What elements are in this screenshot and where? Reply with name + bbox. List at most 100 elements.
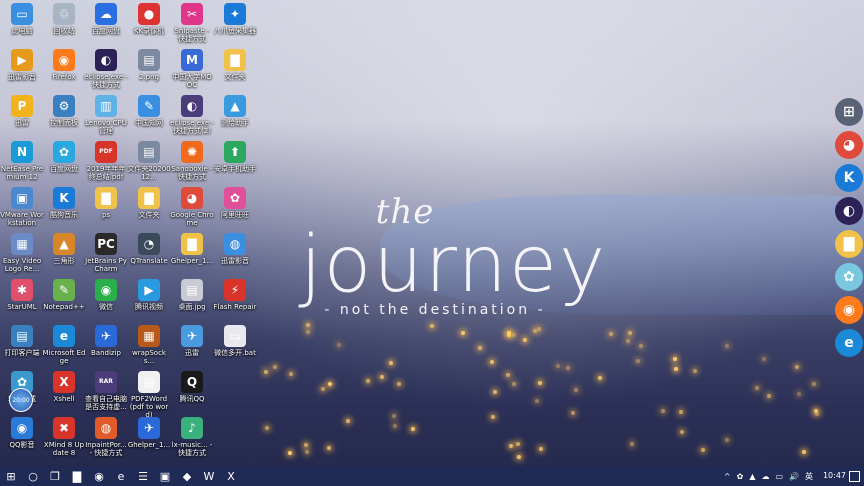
desktop-icon[interactable]: ⚡ Flash Repair <box>213 279 257 311</box>
desktop-icon[interactable]: ✖ XMind 8 Update 8 <box>42 417 86 457</box>
desktop-icon[interactable]: M 中国大学MOOC <box>170 49 214 89</box>
folder-icon[interactable]: ▇ <box>835 230 863 258</box>
desktop-icon[interactable]: ◐ eclipse.exe - 快捷方式(2) <box>170 95 214 135</box>
desktop-icon[interactable]: ▤ 文件夹2020012... <box>127 141 171 181</box>
desktop-icon[interactable]: K 酷狗音乐 <box>42 187 86 219</box>
desktop-icon[interactable]: ✿ 阿里旺旺 <box>213 187 257 219</box>
desktop-icon-image: ♲ <box>53 3 75 25</box>
city-light <box>492 389 497 394</box>
desktop-icon[interactable]: ▭ 此电脑 <box>0 3 44 35</box>
tray-icon[interactable]: ▭ <box>775 472 783 481</box>
city-light <box>507 332 512 337</box>
desktop-icon[interactable]: ☁ 百度网盘 <box>84 3 128 35</box>
taskbar-clock[interactable]: 10:47 <box>823 471 846 480</box>
desktop-icon[interactable]: ▇ ps <box>84 187 128 219</box>
tray-icon[interactable]: ^ <box>724 472 731 481</box>
windows-icon[interactable]: ⊞ <box>835 98 863 126</box>
city-light <box>304 449 309 454</box>
desktop-icon[interactable]: ▇ Ghelper_1... <box>170 233 214 265</box>
desktop-icon[interactable]: ♲ 回收站 <box>42 3 86 35</box>
task-view-icon[interactable]: ❐ <box>46 467 64 485</box>
desktop-icon[interactable]: ✎ 中国知网 <box>127 95 171 127</box>
kugou-icon[interactable]: K <box>835 164 863 192</box>
desktop-icon[interactable]: ⚙ 控制面板 <box>42 95 86 127</box>
city-light <box>506 372 511 377</box>
desktop-icon[interactable]: ▇ 文件夹 <box>127 187 171 219</box>
desktop-icon[interactable]: X Xshell <box>42 371 86 403</box>
desktop-icon[interactable]: P 迅雷 <box>0 95 44 127</box>
tray-icon[interactable]: 英 <box>805 471 813 482</box>
desktop-icon[interactable]: ▤ 2.png <box>127 49 171 81</box>
firefox-icon[interactable]: ◉ <box>90 467 108 485</box>
desktop-icon[interactable]: ✈ Ghelper_1... <box>127 417 171 449</box>
clock-widget[interactable]: 20:00 <box>9 388 33 412</box>
desktop-icon[interactable]: ▣ VMware Workstation <box>0 187 44 227</box>
city-light <box>566 366 571 371</box>
desktop-icon[interactable]: ▤ PDF2Word (pdf to word) <box>127 371 171 419</box>
desktop-icon[interactable]: ◉ Firefox <box>42 49 86 81</box>
desktop-icon[interactable]: ▲ 三角形 <box>42 233 86 265</box>
desktop-icon[interactable]: PC JetBrains PyCharm <box>84 233 128 273</box>
desktop-icon[interactable]: ▶ 迅雷影音 <box>0 49 44 81</box>
eclipse-icon[interactable]: ◐ <box>835 197 863 225</box>
tray-icon[interactable]: ✿ <box>737 472 744 481</box>
desktop-icon[interactable]: ◔ QTranslate <box>127 233 171 265</box>
desktop-icon[interactable]: ● KK录像机 <box>127 3 171 35</box>
desktop-icon[interactable]: N NetEase Premium 12 <box>0 141 44 181</box>
pycharm-icon[interactable]: ◆ <box>178 467 196 485</box>
desktop-icon[interactable]: ✂ Snipaste - 快捷方式 <box>170 3 214 43</box>
file-explorer-icon[interactable]: ▇ <box>68 467 86 485</box>
word-icon[interactable]: W <box>200 467 218 485</box>
settings-icon[interactable]: ☰ <box>134 467 152 485</box>
desktop-icon[interactable]: ✈ 迅雷 <box>170 325 214 357</box>
chat-icon[interactable]: ▣ <box>156 467 174 485</box>
start-icon[interactable]: ⊞ <box>2 467 20 485</box>
desktop-icon[interactable]: RAR 查看自己电脑是否支持虚... <box>84 371 128 411</box>
edge-icon[interactable]: e <box>112 467 130 485</box>
desktop-icon[interactable]: ✱ StarUML <box>0 279 44 311</box>
city-light <box>636 359 641 364</box>
desktop-icon-image: ✂ <box>181 3 203 25</box>
desktop-icon[interactable]: ▭ 微信多开.bat <box>213 325 257 357</box>
desktop-icon[interactable]: ✺ Sandboxie - 快捷方式 <box>170 141 214 181</box>
desktop-icon[interactable]: ▥ Lenovo CPU管理 <box>84 95 128 135</box>
notification-icon[interactable] <box>849 471 860 482</box>
desktop-icon[interactable]: ♪ lx-music... - 快捷方式 <box>170 417 214 457</box>
desktop-icon[interactable]: ◍ InpaintPor... - 快捷方式 <box>84 417 128 457</box>
desktop-icon[interactable]: ◕ Google Chrome <box>170 187 214 227</box>
tray-icon[interactable]: 🔊 <box>789 472 799 481</box>
city-light <box>490 415 495 420</box>
firefox-icon[interactable]: ◉ <box>835 296 863 324</box>
desktop-icon[interactable]: ▦ Easy Video Logo Re... <box>0 233 44 273</box>
desktop-icon[interactable]: ◍ 迅雷影音 <box>213 233 257 265</box>
desktop-icon[interactable]: Q 腾讯QQ <box>170 371 214 403</box>
desktop-icon[interactable]: ⬆ 安卓手机助手 <box>213 141 257 173</box>
desktop-icon[interactable]: ▲ 测绘助手 <box>213 95 257 127</box>
city-light <box>537 381 542 386</box>
pinwheel-icon[interactable]: ✿ <box>835 263 863 291</box>
desktop-icon[interactable]: ▤ 桌面.jpg <box>170 279 214 311</box>
desktop-icon-image: ✿ <box>224 187 246 209</box>
desktop-icon[interactable]: ▦ wrapSocks... <box>127 325 171 365</box>
desktop-icon[interactable]: ▶ 腾讯视频 <box>127 279 171 311</box>
desktop-icon[interactable]: ◉ QQ影音 <box>0 417 44 449</box>
desktop-icon[interactable]: ◐ eclipse.exe - 快捷方式 <box>84 49 128 89</box>
tray-icon[interactable]: ▲ <box>749 472 755 481</box>
desktop-icon[interactable]: ✎ Notepad++ <box>42 279 86 311</box>
desktop-icon[interactable]: e Microsoft Edge <box>42 325 86 365</box>
tray-icon[interactable]: ☁ <box>761 472 769 481</box>
chrome-icon[interactable]: ◕ <box>835 131 863 159</box>
desktop-icon-label: JetBrains PyCharm <box>85 257 127 273</box>
desktop-icon[interactable]: ✈ Bandizip <box>84 325 128 357</box>
edge-icon[interactable]: e <box>835 329 863 357</box>
desktop-icon[interactable]: ✦ 八爪鱼采集器 <box>213 3 257 35</box>
desktop-icon[interactable]: PDF 2019年年年终总结.pdf <box>84 141 128 181</box>
desktop-icon[interactable]: ✿ 百度网盘 <box>42 141 86 173</box>
desktop-icon-label: 腾讯视频 <box>135 303 163 311</box>
desktop-icon[interactable]: ▤ 打印客户端 <box>0 325 44 357</box>
desktop-icon-image: ▤ <box>11 325 33 347</box>
excel-icon[interactable]: X <box>222 467 240 485</box>
desktop-icon[interactable]: ◉ 微信 <box>84 279 128 311</box>
desktop-icon[interactable]: ▇ 文件夹 <box>213 49 257 81</box>
search-icon[interactable]: ○ <box>24 467 42 485</box>
